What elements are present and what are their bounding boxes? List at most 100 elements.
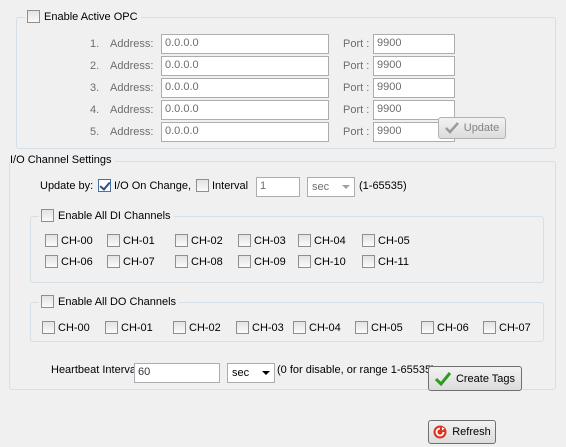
opc-address-input[interactable]: 0.0.0.0 — [161, 122, 329, 142]
opc-address-input[interactable]: 0.0.0.0 — [161, 100, 329, 120]
di-channel-box[interactable] — [107, 234, 120, 247]
do-channel-box[interactable] — [421, 321, 434, 334]
opc-address-label: Address: — [110, 104, 154, 116]
di-channel-box[interactable] — [298, 234, 311, 247]
io-on-change-checkbox[interactable] — [98, 179, 111, 192]
di-channel-box[interactable] — [45, 234, 58, 247]
do-channel-checkbox[interactable]: CH-00 — [42, 321, 90, 334]
update-label: Update — [463, 122, 500, 134]
di-channel-checkbox[interactable]: CH-00 — [45, 234, 93, 247]
opc-port-label: Port : — [343, 82, 370, 94]
do-channel-label: CH-02 — [189, 321, 221, 334]
chevron-down-icon — [342, 185, 350, 189]
heartbeat-unit-select[interactable]: sec — [227, 363, 275, 383]
di-channel-label: CH-10 — [314, 255, 346, 268]
opc-address-input[interactable]: 0.0.0.0 — [161, 34, 329, 54]
di-channel-box[interactable] — [175, 234, 188, 247]
io-legend-label: I/O Channel Settings — [10, 154, 112, 166]
di-channel-label: CH-00 — [61, 234, 93, 247]
di-channel-box[interactable] — [107, 255, 120, 268]
di-channel-box[interactable] — [45, 255, 58, 268]
di-group: Enable All DI Channels — [30, 209, 544, 283]
enable-all-do-checkbox[interactable] — [41, 295, 54, 308]
create-tags-label: Create Tags — [455, 372, 516, 385]
opc-legend: Enable Active OPC — [25, 10, 141, 23]
di-channel-box[interactable] — [238, 255, 251, 268]
interval-checkbox[interactable] — [196, 179, 209, 192]
opc-address-input[interactable]: 0.0.0.0 — [161, 78, 329, 98]
do-channel-checkbox[interactable]: CH-07 — [483, 321, 531, 334]
di-channel-label: CH-05 — [378, 234, 410, 247]
opc-port-input[interactable]: 9900 — [373, 34, 455, 54]
di-channel-checkbox[interactable]: CH-06 — [45, 255, 93, 268]
heartbeat-label: Heartbeat Interval — [51, 364, 139, 376]
heartbeat-unit-value: sec — [232, 367, 250, 379]
refresh-button[interactable]: Refresh — [428, 420, 496, 444]
do-channel-box[interactable] — [293, 321, 306, 334]
opc-port-label: Port : — [343, 104, 370, 116]
do-channel-checkbox[interactable]: CH-03 — [236, 321, 284, 334]
heartbeat-input[interactable]: 60 — [134, 363, 220, 383]
opc-address-label: Address: — [110, 82, 154, 94]
enable-all-do-label: Enable All DO Channels — [58, 295, 177, 308]
heartbeat-hint: (0 for disable, or range 1-65535) — [277, 364, 435, 376]
di-channel-box[interactable] — [238, 234, 251, 247]
do-channel-checkbox[interactable]: CH-02 — [173, 321, 221, 334]
di-channel-checkbox[interactable]: CH-08 — [175, 255, 223, 268]
io-on-change-option[interactable]: I/O On Change, — [98, 179, 191, 192]
do-channel-checkbox[interactable]: CH-01 — [105, 321, 153, 334]
do-channel-box[interactable] — [483, 321, 496, 334]
opc-port-input[interactable]: 9900 — [373, 78, 455, 98]
di-channel-checkbox[interactable]: CH-01 — [107, 234, 155, 247]
di-channel-checkbox[interactable]: CH-04 — [298, 234, 346, 247]
interval-input[interactable]: 1 — [256, 177, 300, 197]
di-channel-box[interactable] — [362, 255, 375, 268]
di-legend: Enable All DI Channels — [39, 209, 174, 222]
do-legend: Enable All DO Channels — [39, 295, 180, 308]
do-channel-label: CH-07 — [499, 321, 531, 334]
enable-opc-label: Enable Active OPC — [44, 10, 138, 23]
enable-all-di-checkbox[interactable] — [41, 209, 54, 222]
do-channel-box[interactable] — [105, 321, 118, 334]
enable-opc-checkbox[interactable] — [27, 10, 40, 23]
refresh-icon — [433, 425, 447, 439]
opc-address-label: Address: — [110, 60, 154, 72]
di-channel-checkbox[interactable]: CH-10 — [298, 255, 346, 268]
do-channel-checkbox[interactable]: CH-05 — [355, 321, 403, 334]
do-channel-label: CH-05 — [371, 321, 403, 334]
do-channel-label: CH-01 — [121, 321, 153, 334]
do-channel-box[interactable] — [355, 321, 368, 334]
opc-row-number: 1. — [90, 38, 100, 50]
di-channel-box[interactable] — [175, 255, 188, 268]
di-channel-checkbox[interactable]: CH-02 — [175, 234, 223, 247]
refresh-label: Refresh — [452, 426, 491, 438]
update-by-label: Update by: — [40, 180, 94, 192]
di-channel-checkbox[interactable]: CH-11 — [362, 255, 409, 268]
do-channel-box[interactable] — [236, 321, 249, 334]
di-channel-checkbox[interactable]: CH-07 — [107, 255, 155, 268]
do-channel-box[interactable] — [173, 321, 186, 334]
checkmark-icon — [434, 371, 451, 386]
di-channel-checkbox[interactable]: CH-03 — [238, 234, 286, 247]
do-channel-box[interactable] — [42, 321, 55, 334]
opc-port-input[interactable]: 9900 — [373, 56, 455, 76]
di-channel-checkbox[interactable]: CH-05 — [362, 234, 410, 247]
do-channel-checkbox[interactable]: CH-06 — [421, 321, 469, 334]
do-channel-checkbox[interactable]: CH-04 — [293, 321, 341, 334]
di-channel-label: CH-08 — [191, 255, 223, 268]
di-channel-label: CH-11 — [378, 255, 409, 268]
interval-option[interactable]: Interval — [196, 179, 248, 192]
opc-row-number: 5. — [90, 126, 100, 138]
di-channel-label: CH-03 — [254, 234, 286, 247]
enable-all-di-label: Enable All DI Channels — [58, 209, 171, 222]
di-channel-box[interactable] — [362, 234, 375, 247]
opc-address-label: Address: — [110, 38, 154, 50]
interval-unit-select[interactable]: sec — [307, 177, 355, 197]
update-button[interactable]: Update — [438, 117, 506, 139]
di-channel-box[interactable] — [298, 255, 311, 268]
di-channel-label: CH-01 — [123, 234, 155, 247]
di-channel-checkbox[interactable]: CH-09 — [238, 255, 286, 268]
create-tags-button[interactable]: Create Tags — [428, 366, 522, 391]
opc-address-input[interactable]: 0.0.0.0 — [161, 56, 329, 76]
di-channel-label: CH-07 — [123, 255, 155, 268]
